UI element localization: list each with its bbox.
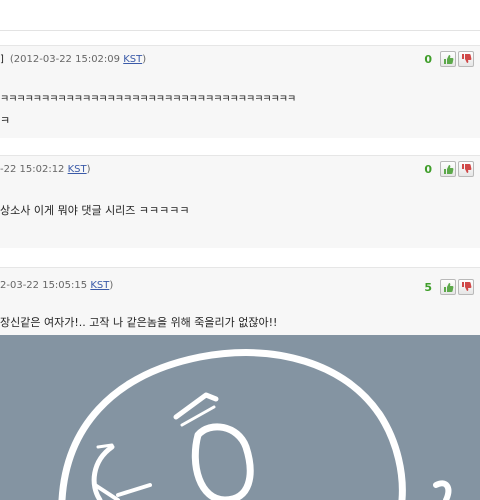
comment-body: 상소사 이게 뭐야 댓글 시리즈 ㅋㅋㅋㅋㅋ [0,204,190,217]
comment-item: -22 15:02:12 KST) 0 상소사 이게 뭐야 댓글 시리즈 ㅋㅋㅋ… [0,155,480,248]
comment-item: ] (2012-03-22 15:02:09 KST) 0 ㅋㅋㅋㅋㅋㅋㅋㅋㅋㅋㅋ… [0,45,480,138]
comment-timestamp: 2-03-22 15:05:15 [0,280,88,291]
comment-timestamp: -22 15:02:12 [0,164,65,175]
comment-timestamp: (2012-03-22 15:02:09 [9,54,121,65]
vote-count: 5 [424,280,432,294]
thumbs-down-icon[interactable] [458,51,474,67]
vote-count: 0 [424,52,432,66]
vote-count: 0 [424,162,432,176]
thumbs-up-icon[interactable] [440,161,456,177]
comment-item: 2-03-22 15:05:15 KST) 5 장신같은 여자가!.. 고작 나… [0,267,480,336]
timezone-link[interactable]: KST [68,164,87,175]
divider [0,30,480,31]
thumbs-down-icon[interactable] [458,279,474,295]
comment-image [0,335,480,500]
comment-meta: -22 15:02:12 KST) [0,164,91,175]
timezone-link[interactable]: KST [90,280,109,291]
comment-body: ㅋ [0,114,11,127]
vote-controls: 0 [424,160,474,178]
comment-meta: ] (2012-03-22 15:02:09 KST) [0,54,147,65]
vote-controls: 0 [424,50,474,68]
thumbs-up-icon[interactable] [440,51,456,67]
thumbs-down-icon[interactable] [458,161,474,177]
comment-body: 장신같은 여자가!.. 고작 나 같은놈을 위해 죽을리가 없잖아!! [0,316,278,329]
vote-controls: 5 [424,278,474,296]
comment-meta: 2-03-22 15:05:15 KST) [0,280,114,291]
rage-face-drawing [58,349,452,500]
timezone-link[interactable]: KST [123,54,142,65]
author-bracket: ] [0,54,4,65]
comment-body: ㅋㅋㅋㅋㅋㅋㅋㅋㅋㅋㅋㅋㅋㅋㅋㅋㅋㅋㅋㅋㅋㅋㅋㅋㅋㅋㅋㅋㅋㅋㅋㅋㅋㅋㅋㅋ [0,94,296,105]
thumbs-up-icon[interactable] [440,279,456,295]
